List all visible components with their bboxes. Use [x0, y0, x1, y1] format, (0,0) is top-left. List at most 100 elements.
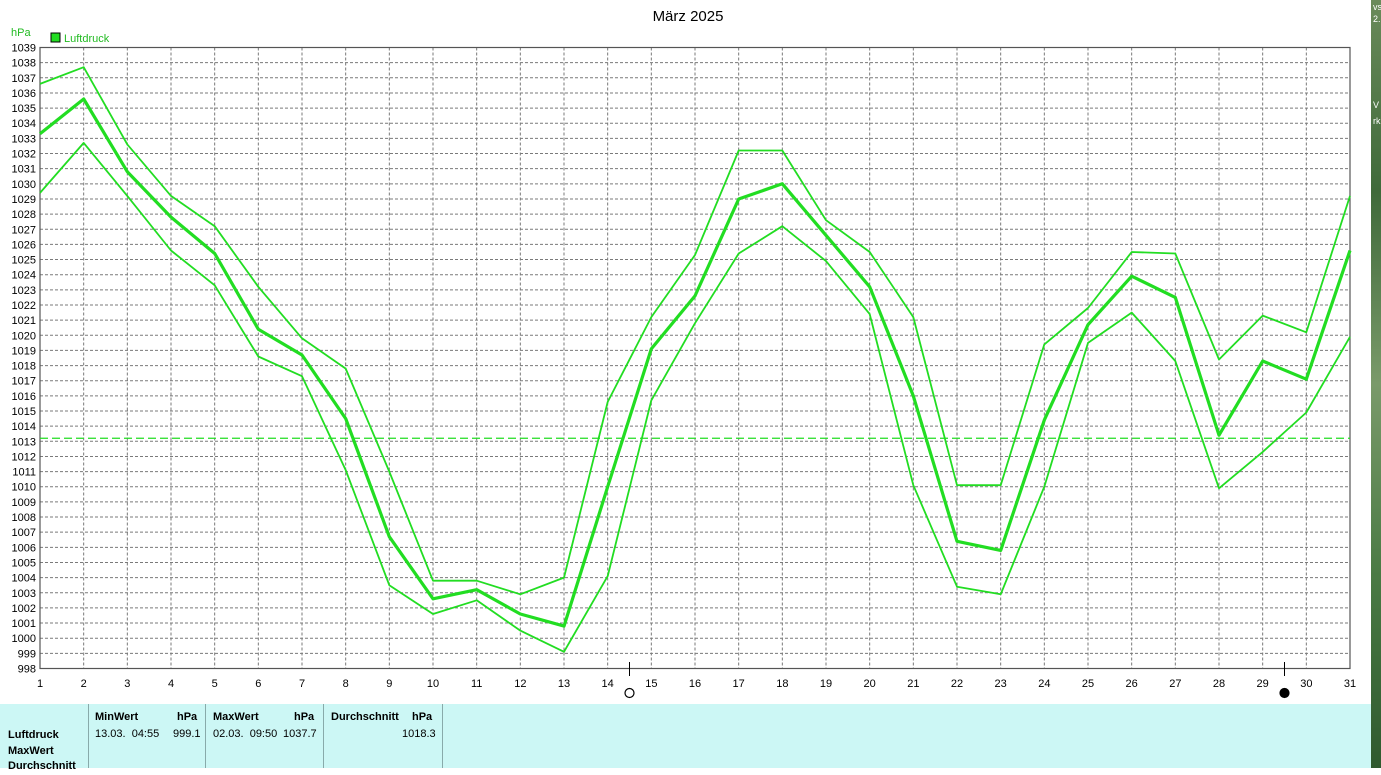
strip-text: 2. — [1373, 14, 1381, 24]
max-date: 02.03. 09:50 — [213, 728, 278, 740]
x-axis-ticks: 1 2 3 4 5 6 7 8 9 10 11 12 13 14 15 16 17 18 19 20 21 22 23 24 2… — [37, 678, 1356, 690]
stats-row-label: Luftdruck — [8, 729, 59, 741]
grid — [39, 46, 1351, 670]
x-tick-label: 26 — [1126, 678, 1138, 690]
avg-value: 1018.3 — [402, 728, 436, 740]
max-unit: hPa — [294, 711, 315, 723]
y-tick-label: 1019 — [12, 345, 36, 357]
y-axis-ticks: 998 999 1000 1001 1002 1003 1004 1005 1006 1007 10… — [12, 43, 36, 676]
y-tick-label: 1039 — [12, 43, 36, 55]
stats-avg-column: Durchschnitt hPa 1018.3 — [323, 704, 443, 768]
stats-row-label: MaxWert — [8, 744, 54, 757]
y-tick-label: 1015 — [12, 406, 36, 418]
min-unit: hPa — [177, 711, 198, 723]
y-tick-label: 1034 — [12, 118, 36, 130]
y-tick-label: 1021 — [12, 315, 36, 327]
x-tick-label: 28 — [1213, 678, 1225, 690]
y-tick-label: 1011 — [12, 467, 36, 479]
avg-unit: hPa — [412, 711, 433, 723]
x-tick-label: 16 — [689, 678, 701, 690]
y-tick-label: 1026 — [12, 239, 36, 251]
y-tick-label: 1006 — [12, 542, 36, 554]
y-tick-label: 1038 — [12, 58, 36, 70]
x-tick-label: 17 — [733, 678, 745, 690]
y-tick-label: 1013 — [12, 436, 36, 448]
chart-title: März 2025 — [653, 8, 724, 25]
x-tick-label: 13 — [558, 678, 570, 690]
x-tick-label: 21 — [907, 678, 919, 690]
x-tick-label: 5 — [212, 678, 218, 690]
y-tick-label: 1028 — [12, 209, 36, 221]
new-moon-icon — [1279, 687, 1290, 699]
x-tick-label: 9 — [386, 678, 392, 690]
x-tick-label: 4 — [168, 678, 174, 690]
y-tick-label: 1017 — [12, 376, 36, 388]
y-tick-label: 1037 — [12, 73, 36, 85]
y-tick-label: 1003 — [12, 588, 36, 600]
y-tick-label: 1014 — [12, 421, 36, 433]
min-title: MinWert — [95, 711, 139, 723]
x-tick-label: 15 — [645, 678, 657, 690]
y-tick-label: 1007 — [12, 527, 36, 539]
x-tick-label: 25 — [1082, 678, 1094, 690]
x-tick-label: 12 — [514, 678, 526, 690]
max-value: 1037.7 — [283, 728, 317, 740]
min-value: 999.1 — [173, 728, 201, 740]
x-tick-label: 31 — [1344, 678, 1356, 690]
x-tick-label: 24 — [1038, 678, 1050, 690]
y-tick-label: 1030 — [12, 179, 36, 191]
y-tick-label: 1035 — [12, 103, 36, 115]
stats-row-label: Durchschnitt — [8, 760, 76, 772]
y-tick-label: 1002 — [12, 603, 36, 615]
stats-min-column: MinWert hPa 13.03. 04:55 999.1 — [88, 704, 206, 768]
x-tick-label: 3 — [124, 678, 130, 690]
y-tick-label: 1000 — [12, 633, 36, 645]
legend-swatch — [50, 32, 61, 43]
y-tick-label: 1018 — [12, 361, 36, 373]
y-tick-label: 1032 — [12, 149, 36, 161]
strip-text: vs — [1373, 2, 1381, 12]
full-moon-icon — [624, 687, 635, 699]
y-tick-label: 1020 — [12, 330, 36, 342]
y-tick-label: 1008 — [12, 512, 36, 524]
y-tick-label: 1031 — [12, 164, 36, 176]
statistics-panel: Luftdruck MaxWert Durchschnitt MinWert h… — [0, 704, 1371, 772]
y-tick-label: 1027 — [12, 224, 36, 236]
x-tick-label: 14 — [602, 678, 614, 690]
x-tick-label: 2 — [81, 678, 87, 690]
x-tick-label: 8 — [343, 678, 349, 690]
x-tick-label: 10 — [427, 678, 439, 690]
y-axis-unit-label: hPa — [11, 27, 31, 39]
x-tick-label: 18 — [776, 678, 788, 690]
x-tick-label: 11 — [471, 678, 482, 690]
x-tick-label: 6 — [255, 678, 261, 690]
y-tick-label: 1022 — [12, 300, 36, 312]
max-title: MaxWert — [213, 711, 259, 723]
strip-text: V — [1373, 100, 1380, 110]
y-tick-label: 1005 — [12, 557, 36, 569]
y-tick-label: 1029 — [12, 194, 36, 206]
y-tick-label: 1001 — [12, 618, 36, 630]
x-tick-label: 7 — [299, 678, 305, 690]
y-tick-label: 1025 — [12, 255, 36, 267]
y-tick-label: 1010 — [12, 482, 36, 494]
x-tick-label: 23 — [995, 678, 1007, 690]
y-tick-label: 1004 — [12, 573, 36, 585]
y-tick-label: 1009 — [12, 497, 36, 509]
legend-label: Luftdruck — [64, 33, 110, 45]
x-tick-label: 22 — [951, 678, 963, 690]
y-tick-label: 1023 — [12, 285, 36, 297]
y-tick-label: 1036 — [12, 88, 36, 100]
x-tick-label: 1 — [37, 678, 43, 690]
stats-max-column: MaxWert hPa 02.03. 09:50 1037.7 — [205, 704, 323, 768]
avg-title: Durchschnitt — [331, 711, 399, 723]
x-tick-label: 19 — [820, 678, 832, 690]
x-tick-label: 20 — [864, 678, 876, 690]
x-tick-label: 29 — [1257, 678, 1269, 690]
y-tick-label: 1016 — [12, 391, 36, 403]
y-tick-label: 1033 — [12, 133, 36, 145]
x-tick-label: 27 — [1169, 678, 1181, 690]
strip-text: rk — [1373, 116, 1381, 126]
y-tick-label: 999 — [18, 648, 36, 660]
pressure-chart: März 2025 hPa Luftdruck 998 999 1000 1001 10… — [11, 8, 1356, 699]
